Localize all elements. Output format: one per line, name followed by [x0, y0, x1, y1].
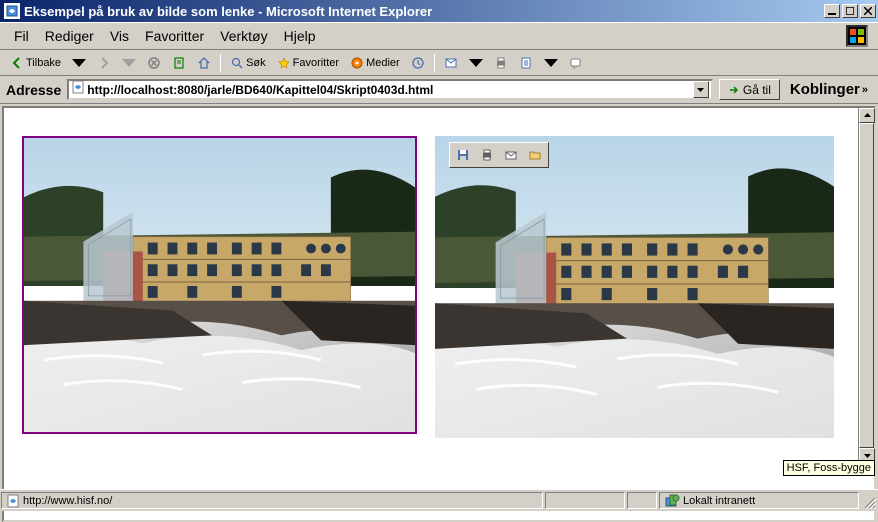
favorites-label: Favoritter [293, 57, 339, 69]
separator [434, 54, 435, 72]
menu-favoritter[interactable]: Favoritter [137, 26, 212, 46]
scroll-thumb[interactable] [859, 123, 874, 448]
zone-icon [664, 493, 680, 509]
stop-button[interactable] [143, 53, 165, 73]
go-button[interactable]: Gå til [719, 79, 780, 100]
status-cell-3 [627, 492, 657, 509]
content-area [2, 106, 876, 522]
print-button[interactable] [490, 53, 512, 73]
image-link-left[interactable] [22, 136, 417, 434]
page-icon [6, 494, 20, 508]
maximize-button[interactable] [842, 4, 858, 18]
address-field-wrap [67, 79, 713, 100]
vertical-scrollbar[interactable] [858, 108, 874, 463]
status-url-cell: http://www.hisf.no/ [1, 492, 543, 509]
go-label: Gå til [743, 83, 771, 97]
photo-left [24, 138, 415, 432]
ie-logo-icon [846, 25, 868, 47]
separator [220, 54, 221, 72]
print-image-button[interactable] [477, 146, 497, 164]
page-icon [71, 80, 85, 99]
links-label: Koblinger [790, 81, 860, 98]
links-button[interactable]: Koblinger» [786, 81, 872, 98]
tooltip: HSF, Foss-bygge [783, 460, 875, 476]
photo-right [435, 136, 834, 438]
scroll-up-button[interactable] [859, 108, 875, 123]
home-button[interactable] [193, 53, 215, 73]
menu-vis[interactable]: Vis [102, 26, 137, 46]
mail-button[interactable] [440, 53, 462, 73]
window-title: Eksempel på bruk av bilde som lenke - Mi… [24, 4, 822, 19]
status-url: http://www.hisf.no/ [23, 495, 112, 507]
forward-dropdown[interactable] [118, 53, 140, 73]
app-icon [4, 3, 20, 19]
status-zone-cell: Lokalt intranett [659, 492, 859, 509]
address-dropdown[interactable] [693, 81, 709, 98]
menu-rediger[interactable]: Rediger [37, 26, 102, 46]
statusbar: http://www.hisf.no/ Lokalt intranett [0, 489, 878, 511]
media-button[interactable]: Medier [346, 53, 404, 73]
forward-button[interactable] [93, 53, 115, 73]
discuss-button[interactable] [565, 53, 587, 73]
minimize-button[interactable] [824, 4, 840, 18]
status-cell-2 [545, 492, 625, 509]
address-label: Adresse [6, 82, 61, 98]
menu-fil[interactable]: Fil [6, 26, 37, 46]
media-label: Medier [366, 57, 400, 69]
back-dropdown[interactable] [68, 53, 90, 73]
image-right [435, 136, 834, 438]
status-zone: Lokalt intranett [683, 495, 755, 507]
mail-dropdown[interactable] [465, 53, 487, 73]
resize-grip[interactable] [860, 490, 878, 511]
back-label: Tilbake [26, 57, 61, 69]
save-image-button[interactable] [453, 146, 473, 164]
addressbar: Adresse Gå til Koblinger» [0, 76, 878, 104]
favorites-button[interactable]: Favoritter [273, 53, 343, 73]
search-button[interactable]: Søk [226, 53, 270, 73]
refresh-button[interactable] [168, 53, 190, 73]
close-button[interactable] [860, 4, 876, 18]
menu-hjelp[interactable]: Hjelp [276, 26, 324, 46]
menu-verktoy[interactable]: Verktøy [212, 26, 275, 46]
titlebar: Eksempel på bruk av bilde som lenke - Mi… [0, 0, 878, 22]
open-folder-button[interactable] [525, 146, 545, 164]
history-button[interactable] [407, 53, 429, 73]
search-label: Søk [246, 57, 266, 69]
email-image-button[interactable] [501, 146, 521, 164]
edit-dropdown[interactable] [540, 53, 562, 73]
back-button[interactable]: Tilbake [6, 53, 65, 73]
menubar: Fil Rediger Vis Favoritter Verktøy Hjelp [0, 22, 878, 50]
toolbar: Tilbake Søk Favoritter Medier [0, 50, 878, 76]
address-input[interactable] [85, 83, 693, 97]
edit-button[interactable] [515, 53, 537, 73]
image-hover-toolbar [449, 142, 549, 168]
